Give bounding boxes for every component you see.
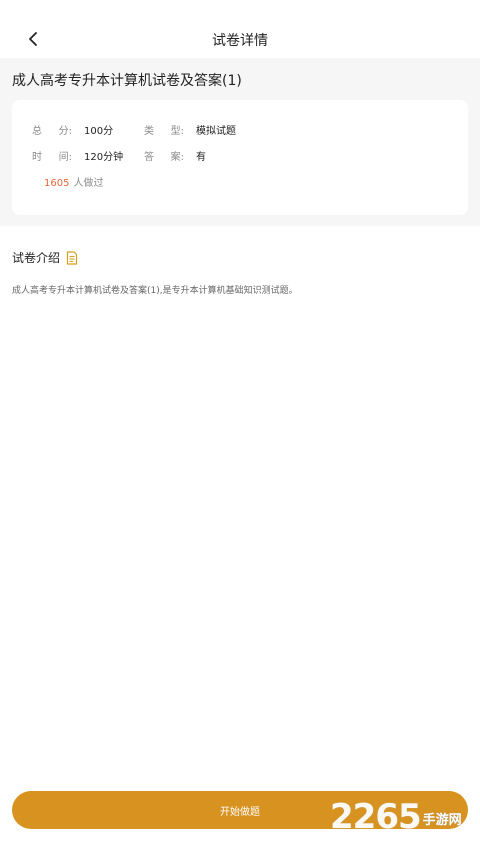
type-value: 模拟试题 [196, 126, 236, 137]
page-title: 试卷详情 [212, 33, 268, 49]
intro-title: 试卷介绍 [12, 251, 61, 265]
intro-header: 试卷介绍 [12, 249, 78, 266]
done-count: 1605 人做过 [44, 177, 103, 191]
watermark-logo: 2265 手游网 [330, 797, 462, 837]
watermark-text: 手游网 [422, 813, 462, 828]
done-count-text: 人做过 [73, 178, 104, 189]
time-value: 120分钟 [84, 152, 124, 163]
score-label: 总分: [32, 126, 72, 137]
document-icon [66, 250, 78, 265]
type-label: 类型: [144, 126, 184, 137]
answer-value: 有 [196, 152, 206, 163]
nav-bar: 试卷详情 [0, 0, 480, 60]
watermark-number: 2265 [330, 797, 422, 837]
done-count-number: 1605 [44, 178, 70, 189]
info-row-2: 时间: 120分钟 答案: 有 [32, 151, 256, 165]
answer-label: 答案: [144, 152, 184, 163]
score-value: 100分 [84, 126, 114, 137]
intro-text: 成人高考专升本计算机试卷及答案(1),是专升本计算机基础知识测试题。 [12, 286, 298, 296]
paper-title: 成人高考专升本计算机试卷及答案(1) [12, 73, 242, 89]
time-label: 时间: [32, 152, 72, 163]
info-row-1: 总分: 100分 类型: 模拟试题 [32, 125, 256, 139]
